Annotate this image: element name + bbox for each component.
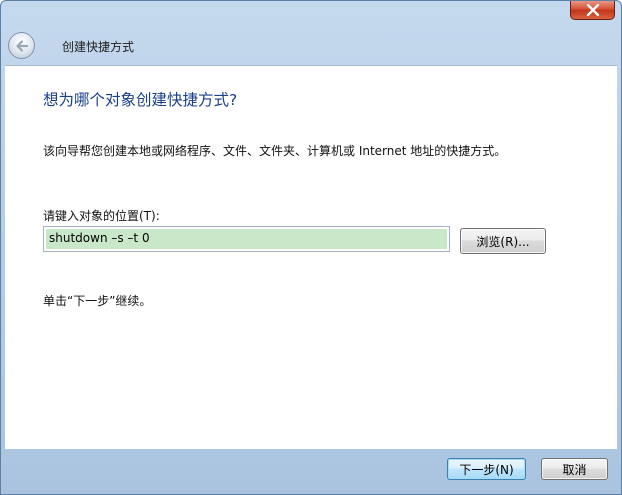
continue-hint: 单击“下一步”继续。 <box>43 294 152 308</box>
back-arrow-icon <box>15 39 28 52</box>
cancel-button[interactable]: 取消 <box>541 458 608 480</box>
location-input[interactable]: shutdown –s –t 0 <box>43 226 450 252</box>
close-button[interactable] <box>570 1 615 20</box>
wizard-page: 想为哪个对象创建快捷方式? 该向导帮您创建本地或网络程序、文件、文件夹、计算机或… <box>5 65 617 449</box>
location-input-value[interactable]: shutdown –s –t 0 <box>46 229 447 249</box>
create-shortcut-window: 创建快捷方式 想为哪个对象创建快捷方式? 该向导帮您创建本地或网络程序、文件、文… <box>0 0 622 495</box>
back-button[interactable] <box>8 32 35 59</box>
title-bar: 创建快捷方式 <box>1 1 621 65</box>
page-heading: 想为哪个对象创建快捷方式? <box>43 91 238 109</box>
location-label: 请键入对象的位置(T): <box>43 209 160 223</box>
browse-button[interactable]: 浏览(R)... <box>460 228 546 254</box>
window-title: 创建快捷方式 <box>62 40 135 54</box>
next-button[interactable]: 下一步(N) <box>447 458 526 480</box>
page-description: 该向导帮您创建本地或网络程序、文件、文件夹、计算机或 Internet 地址的快… <box>43 144 507 158</box>
close-icon <box>586 3 599 16</box>
